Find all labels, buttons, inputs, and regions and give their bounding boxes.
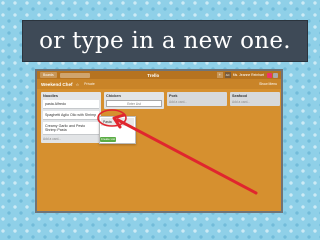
boards-button[interactable]: Boards <box>40 72 57 78</box>
list-name-input[interactable] <box>106 100 162 107</box>
trello-logo[interactable]: Trello <box>147 73 159 78</box>
avatar[interactable]: AC <box>224 72 231 78</box>
privacy-badge[interactable]: Private <box>84 82 95 86</box>
info-icon[interactable] <box>273 72 278 78</box>
list-title[interactable]: Pork <box>169 94 225 98</box>
list-title[interactable]: Noodles <box>43 94 99 98</box>
card-title: pasta Alfredo <box>45 102 66 106</box>
list-title[interactable]: Seafood <box>232 94 278 98</box>
card-title: Creamy Garlic and Pesto Shrimp Pasta <box>45 124 86 132</box>
add-icon[interactable]: + <box>216 72 223 78</box>
card[interactable]: pasta Alfredo <box>43 100 99 109</box>
create-list-button[interactable]: Create List <box>100 137 116 142</box>
list-noodles: Noodles pasta Alfredo Spaghetti Aglio Ol… <box>41 92 101 143</box>
board-title[interactable]: Weekend Chef <box>41 82 73 87</box>
card[interactable]: Spaghetti Aglio Olio with Shrimp <box>43 111 99 120</box>
list-pork: Pork Add a card... <box>167 92 227 106</box>
star-icon[interactable]: ☆ <box>76 82 80 87</box>
search-input[interactable] <box>59 72 90 78</box>
notification-icon[interactable] <box>267 72 272 78</box>
dropdown-option[interactable]: Pasta <box>101 118 134 126</box>
list-title[interactable]: Chicken <box>106 94 162 98</box>
board-header: Weekend Chef ☆ Private Show Menu <box>37 79 281 89</box>
card-title: Spaghetti Aglio Olio with Shrimp <box>45 113 97 117</box>
top-bar: Boards Trello + AC Ms. Jeanne Reinhart <box>37 71 281 79</box>
title-banner: or type in a new one. <box>22 20 308 62</box>
add-card-link[interactable]: Add a card... <box>43 137 99 141</box>
banner-text: or type in a new one. <box>39 28 291 54</box>
user-name[interactable]: Ms. Jeanne Reinhart <box>233 73 264 77</box>
list-chicken: Chicken <box>104 92 164 109</box>
add-card-link[interactable]: Add a card... <box>169 100 225 104</box>
add-card-link[interactable]: Add a card... <box>232 100 278 104</box>
trello-screenshot: Boards Trello + AC Ms. Jeanne Reinhart W… <box>35 69 283 213</box>
show-menu-link[interactable]: Show Menu <box>259 82 277 86</box>
list-seafood: Seafood Add a card... <box>230 92 280 106</box>
card[interactable]: Creamy Garlic and Pesto Shrimp Pasta <box>43 122 99 135</box>
